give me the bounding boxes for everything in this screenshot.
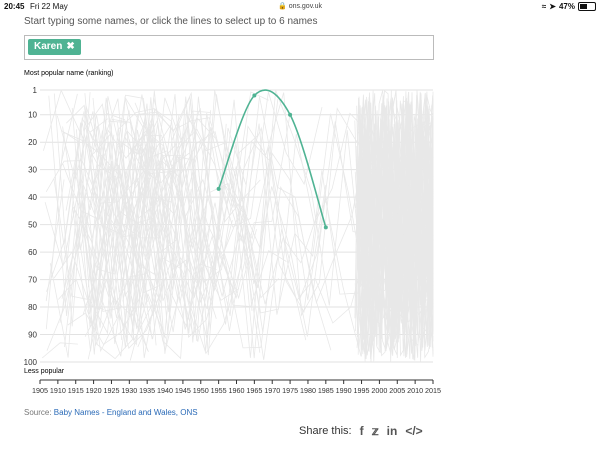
y-tick-label: 80 (28, 303, 37, 312)
x-tick-label: 1955 (211, 386, 227, 395)
facebook-icon[interactable]: f (360, 424, 364, 438)
name-search-input[interactable]: Karen ✖ (24, 35, 434, 60)
x-tick-label: 1965 (246, 386, 262, 395)
status-bar: 20:45 Fri 22 May 🔒 ons.gov.uk ≈ ➤ 47% (0, 0, 600, 14)
x-tick-label: 1995 (354, 386, 370, 395)
x-tick-label: 1940 (157, 386, 173, 395)
linkedin-icon[interactable]: in (387, 424, 398, 438)
x-tick-label: 2010 (407, 386, 423, 395)
series-point[interactable] (323, 225, 328, 230)
series-point[interactable] (252, 93, 257, 98)
x-tick-label: 1950 (193, 386, 209, 395)
x-tick-label: 1945 (175, 386, 191, 395)
ranking-chart[interactable]: 11020304050607080901001905 1910 1915 1920 19… (0, 80, 600, 400)
address-bar[interactable]: 🔒 ons.gov.uk (0, 2, 600, 10)
y-axis-title: Most popular name (ranking) (24, 70, 114, 77)
background-name-line[interactable] (45, 179, 65, 302)
x-tick-label: 2005 (389, 386, 405, 395)
embed-icon[interactable]: </> (405, 424, 422, 438)
y-tick-label: 1 (33, 86, 38, 95)
x-tick-label: 2015 (425, 386, 441, 395)
source-prefix: Source: (24, 408, 54, 417)
y-tick-label: 60 (28, 248, 37, 257)
x-tick-label: 1970 (264, 386, 280, 395)
x-tick-label: 1975 (282, 386, 298, 395)
twitter-icon[interactable]: 𝕫 (372, 424, 379, 438)
instructions-text: Start typing some names, or click the li… (24, 16, 318, 27)
x-tick-label: 1980 (300, 386, 316, 395)
battery-percent: 47% (558, 2, 575, 11)
x-tick-label: 1935 (139, 386, 155, 395)
series-point[interactable] (216, 186, 221, 191)
y-tick-label: 50 (28, 221, 37, 230)
y-tick-label: 100 (24, 358, 38, 367)
x-tick-label: 1960 (229, 386, 245, 395)
x-tick-label: 1915 (68, 386, 84, 395)
source-note: Source: Baby Names - England and Wales, … (24, 408, 198, 417)
x-tick-label: 1990 (336, 386, 352, 395)
x-tick-label: 2000 (371, 386, 387, 395)
x-tick-label: 1925 (103, 386, 119, 395)
status-right: ≈ ➤ 47% (542, 2, 596, 11)
lock-icon: 🔒 (277, 3, 287, 10)
battery-icon (578, 2, 596, 11)
share-label: Share this: (299, 425, 352, 437)
location-icon: ➤ (549, 2, 556, 11)
y-tick-label: 40 (28, 193, 37, 202)
y-tick-label: 20 (28, 138, 37, 147)
x-tick-label: 1905 (32, 386, 48, 395)
selected-name-chip[interactable]: Karen ✖ (28, 39, 81, 55)
x-tick-label: 1920 (86, 386, 102, 395)
y-tick-label: 10 (28, 111, 37, 120)
chip-label: Karen (34, 41, 63, 52)
y-tick-label: 70 (28, 276, 37, 285)
series-point[interactable] (288, 112, 293, 117)
share-bar: Share this: f 𝕫 in </> (299, 424, 423, 438)
remove-chip-icon[interactable]: ✖ (66, 41, 74, 52)
wifi-icon: ≈ (541, 2, 547, 11)
x-tick-label: 1910 (50, 386, 66, 395)
y-tick-label: 30 (28, 166, 37, 175)
x-tick-label: 1985 (318, 386, 334, 395)
battery-fill (580, 4, 587, 9)
url-text: ons.gov.uk (288, 3, 323, 10)
x-tick-label: 1930 (121, 386, 137, 395)
background-name-line[interactable] (41, 342, 78, 359)
y-tick-label: 90 (28, 331, 37, 340)
source-link[interactable]: Baby Names - England and Wales, ONS (54, 408, 198, 417)
